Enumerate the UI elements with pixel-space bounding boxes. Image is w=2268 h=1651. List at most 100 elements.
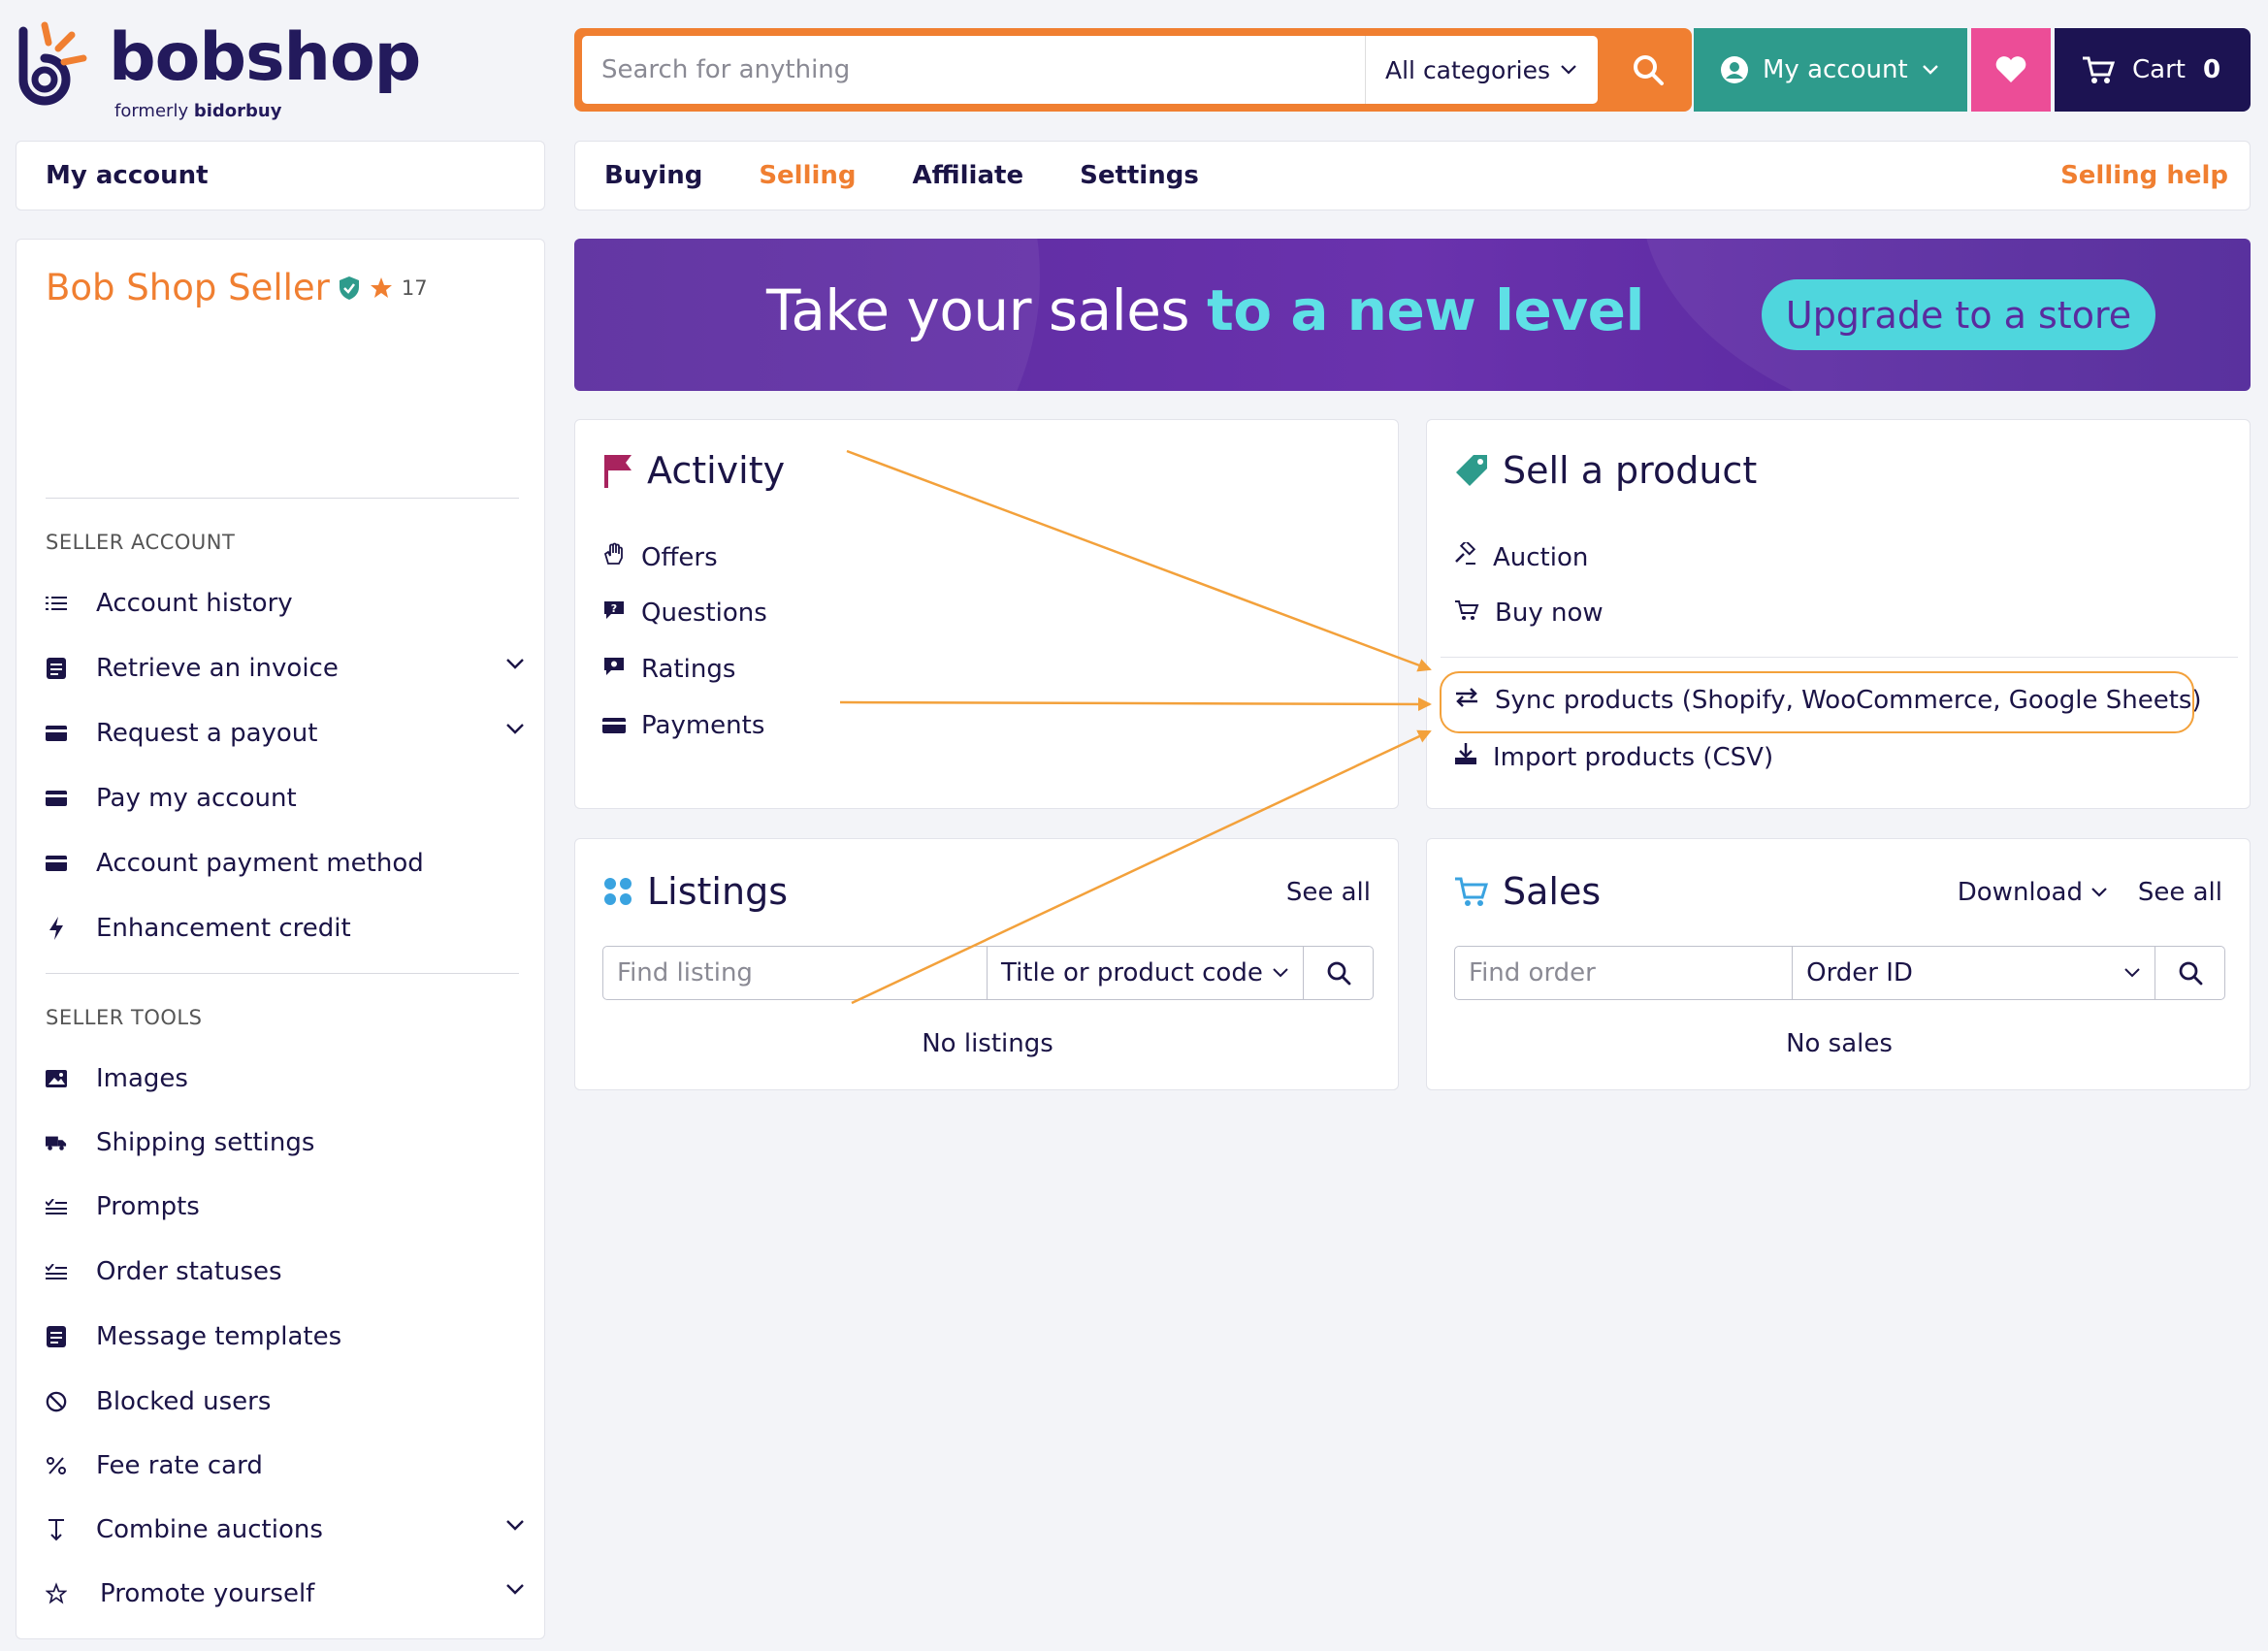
sales-title: Sales <box>1454 870 1601 913</box>
sidebar-item-promote-yourself[interactable]: Promote yourself <box>46 1570 531 1618</box>
star-icon <box>46 1582 67 1604</box>
cart-count: 0 <box>2202 55 2221 84</box>
cart-icon <box>1454 599 1479 628</box>
search-icon <box>1634 55 1664 85</box>
find-listing-input[interactable] <box>603 947 987 999</box>
sidebar-item-shipping-settings[interactable]: Shipping settings <box>46 1118 531 1167</box>
sell-product-title-text: Sell a product <box>1503 449 1758 492</box>
chevron-down-icon <box>2091 888 2107 897</box>
order-search-button[interactable] <box>2155 947 2224 999</box>
sidebar-item-label: Account payment method <box>96 849 424 878</box>
sales-download-dropdown[interactable]: Download <box>1958 878 2108 907</box>
user-circle-icon <box>1721 56 1748 83</box>
chevron-down-icon <box>1922 65 1938 75</box>
sidebar-item-label: Pay my account <box>96 784 297 813</box>
question-bubble-icon: ? <box>602 599 626 628</box>
sidebar-item-order-statuses[interactable]: Order statuses <box>46 1247 531 1296</box>
sell-item-auction[interactable]: Auction <box>1454 539 1589 572</box>
chevron-down-icon[interactable] <box>505 723 525 735</box>
seller-name[interactable]: Bob Shop Seller <box>46 267 330 308</box>
banner-headline: Take your sales to a new level <box>766 277 1644 343</box>
tab-buying[interactable]: Buying <box>604 161 702 190</box>
my-account-label: My account <box>1763 55 1908 84</box>
tab-settings[interactable]: Settings <box>1080 161 1199 190</box>
tab-affiliate[interactable]: Affiliate <box>913 161 1024 190</box>
category-select-label: All categories <box>1385 55 1550 84</box>
sell-item-label: Auction <box>1493 542 1589 572</box>
tab-selling[interactable]: Selling <box>759 161 856 190</box>
upgrade-store-button[interactable]: Upgrade to a store <box>1762 279 2155 350</box>
sell-item-buy-now[interactable]: Buy now <box>1454 599 1604 628</box>
sales-see-all-link[interactable]: See all <box>2138 878 2222 907</box>
cart-label: Cart <box>2132 55 2186 84</box>
sell-product-panel: Sell a product Auction Buy now Sync prod… <box>1426 419 2251 809</box>
seller-rating: 17 <box>401 275 428 300</box>
sidebar-item-blocked-users[interactable]: Blocked users <box>46 1377 531 1426</box>
sales-title-text: Sales <box>1503 870 1602 913</box>
grid-dots-icon <box>604 878 632 905</box>
chevron-down-icon[interactable] <box>505 658 525 670</box>
sidebar-item-request-payout[interactable]: Request a payout <box>46 709 531 758</box>
listing-search-button[interactable] <box>1303 947 1373 999</box>
activity-title-text: Activity <box>647 449 786 492</box>
sidebar-item-label: Message templates <box>96 1322 342 1351</box>
seller-account-heading: SELLER ACCOUNT <box>46 531 236 554</box>
chevron-down-icon[interactable] <box>505 1519 525 1532</box>
sell-item-import-products[interactable]: Import products (CSV) <box>1454 742 1773 772</box>
sidebar-item-fee-rate-card[interactable]: Fee rate card <box>46 1441 531 1490</box>
chevron-down-icon <box>1561 65 1576 75</box>
sidebar-item-message-templates[interactable]: Message templates <box>46 1312 531 1361</box>
listings-title: Listings <box>602 870 788 913</box>
activity-item-ratings[interactable]: Ratings <box>602 655 735 684</box>
seller-profile: Bob Shop Seller 17 <box>46 267 428 308</box>
find-order-input[interactable] <box>1455 947 1793 999</box>
blocked-icon <box>46 1391 67 1412</box>
listing-filter-select[interactable]: Title or product code <box>987 947 1303 999</box>
order-filter-label: Order ID <box>1806 958 1913 987</box>
activity-item-label: Payments <box>641 711 765 740</box>
search-icon <box>1327 961 1350 986</box>
upgrade-banner[interactable]: Take your sales to a new level Upgrade t… <box>574 239 2251 391</box>
logo-wordmark: bobshop <box>109 19 421 96</box>
order-filter-select[interactable]: Order ID <box>1792 947 2155 999</box>
sidebar-item-label: Images <box>96 1064 188 1093</box>
search-input[interactable] <box>582 36 1365 104</box>
activity-item-label: Ratings <box>641 655 736 684</box>
image-icon <box>46 1068 67 1089</box>
sidebar-item-label: Combine auctions <box>96 1515 323 1544</box>
bolt-icon <box>46 917 67 940</box>
listings-empty-message: No listings <box>922 1029 1053 1058</box>
activity-item-offers[interactable]: Offers <box>602 542 718 572</box>
download-icon <box>1454 742 1477 772</box>
sidebar-item-images[interactable]: Images <box>46 1054 531 1103</box>
activity-item-payments[interactable]: Payments <box>602 711 764 740</box>
sidebar-item-label: Request a payout <box>96 719 318 748</box>
sidebar-item-combine-auctions[interactable]: Combine auctions <box>46 1505 531 1554</box>
sidebar-item-pay-my-account[interactable]: Pay my account <box>46 774 531 823</box>
sidebar-item-enhancement-credit[interactable]: Enhancement credit <box>46 904 531 953</box>
bobshop-logo[interactable]: bobshop formerly bidorbuy <box>16 19 421 126</box>
sales-search: Order ID <box>1454 946 2225 1000</box>
activity-item-label: Questions <box>641 599 767 628</box>
chevron-down-icon[interactable] <box>505 1583 525 1596</box>
sidebar-item-account-history[interactable]: Account history <box>46 579 531 628</box>
banner-headline-plain: Take your sales <box>766 277 1208 343</box>
sidebar-item-prompts[interactable]: Prompts <box>46 1182 531 1231</box>
listings-see-all-link[interactable]: See all <box>1286 878 1371 907</box>
sidebar-divider <box>46 498 519 499</box>
sidebar-item-account-payment-method[interactable]: Account payment method <box>46 839 531 888</box>
activity-item-questions[interactable]: ? Questions <box>602 599 767 628</box>
cart-button[interactable]: Cart 0 <box>2055 28 2251 112</box>
listings-title-text: Listings <box>647 870 788 913</box>
selling-help-link[interactable]: Selling help <box>2060 161 2228 190</box>
my-account-button[interactable]: My account <box>1694 28 1967 112</box>
sidebar-item-retrieve-invoice[interactable]: Retrieve an invoice <box>46 644 531 693</box>
search-button[interactable] <box>1604 28 1692 112</box>
sales-download-label: Download <box>1957 878 2083 907</box>
sidebar-item-label: Blocked users <box>96 1387 272 1416</box>
search-icon <box>2179 961 2202 986</box>
category-select[interactable]: All categories <box>1365 36 1598 104</box>
favourites-button[interactable] <box>1971 28 2051 112</box>
sync-highlight-box <box>1440 671 2194 733</box>
invoice-icon <box>46 658 67 679</box>
